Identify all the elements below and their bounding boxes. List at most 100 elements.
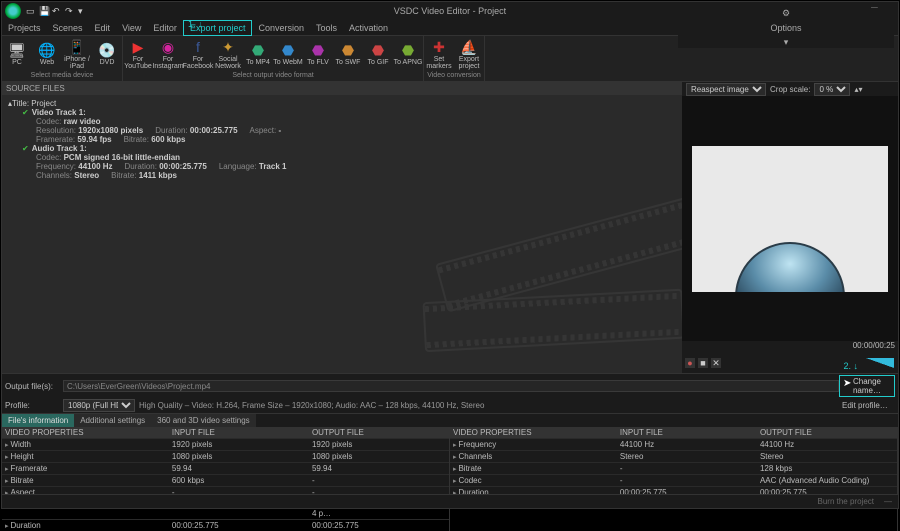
options-link[interactable]: Options — [770, 23, 801, 33]
audio-properties-table: VIDEO PROPERTIESINPUT FILEOUTPUT FILEFre… — [450, 427, 898, 531]
menu-bar: 1. ↓ ProjectsScenesEditViewEditorExport … — [2, 20, 898, 36]
ribbon-iphone-ipad[interactable]: 📱iPhone / iPad — [62, 36, 92, 71]
volume-slider[interactable] — [866, 358, 894, 368]
ribbon-to-swf[interactable]: ⬣To SWF — [333, 36, 363, 71]
burn-project-button[interactable]: Burn the project — [818, 497, 874, 506]
to-flv-icon: ⬣ — [309, 41, 327, 59]
check-icon: ✔ — [22, 108, 29, 117]
options-drop-icon[interactable]: ▾ — [784, 37, 789, 48]
table-row[interactable]: Frequency44100 Hz44100 Hz — [450, 438, 897, 450]
tab-conversion[interactable]: Conversion — [252, 20, 310, 36]
crop-scale-select[interactable]: 0 % — [814, 83, 850, 96]
stop-button[interactable]: ■ — [698, 358, 708, 368]
source-files-header: SOURCE FILES — [2, 82, 682, 95]
reaspect-select[interactable]: Reaspect image — [686, 83, 766, 96]
annotation-1: 1. ↓ — [188, 19, 203, 29]
ptab-file-s-information[interactable]: File's information — [2, 414, 74, 427]
table-row[interactable]: Width1920 pixels1920 pixels — [2, 438, 449, 450]
web-icon: 🌐 — [38, 41, 56, 59]
ribbon-for-youtube[interactable]: ▶For YouTube — [123, 36, 153, 71]
ribbon-to-webm[interactable]: ⬣To WebM — [273, 36, 303, 71]
qat-undo-icon[interactable]: ↶ — [52, 6, 62, 17]
cursor-icon: ➤ — [843, 378, 851, 389]
video-preview[interactable] — [682, 96, 898, 341]
for-youtube-icon: ▶ — [129, 38, 147, 56]
status-bar: Burn the project — — [2, 494, 898, 508]
tab-projects[interactable]: Projects — [2, 20, 47, 36]
ribbon-to-apng[interactable]: ⬣To APNG — [393, 36, 423, 71]
zoom-slider[interactable]: — — [884, 497, 892, 506]
qat-redo-icon[interactable]: ↷ — [65, 6, 75, 17]
pc-icon: 🖥 — [8, 41, 26, 59]
crop-scale-label: Crop scale: — [770, 85, 810, 94]
table-row[interactable]: Duration00:00:25.77500:00:25.775 — [2, 519, 449, 531]
ptab-360-and-3d-video-settings[interactable]: 360 and 3D video settings — [151, 414, 256, 427]
tab-edit[interactable]: Edit — [89, 20, 117, 36]
iphone-ipad-icon: 📱 — [68, 38, 86, 56]
settings-gear-icon[interactable]: ⚙ — [782, 8, 790, 19]
ribbon-for-instagram[interactable]: ◉For Instagram — [153, 36, 183, 71]
output-file-label: Output file(s): — [5, 382, 63, 391]
ribbon-dvd[interactable]: 💿DVD — [92, 36, 122, 71]
tree-title: Title: Project — [12, 99, 56, 108]
edit-profile-button[interactable]: Edit profile… — [839, 400, 895, 411]
ribbon-to-flv[interactable]: ⬣To FLV — [303, 36, 333, 71]
ribbon-for-facebook[interactable]: fFor Facebook — [183, 36, 213, 71]
to-mp4-icon: ⬣ — [249, 41, 267, 59]
ribbon-pc[interactable]: 🖥PC — [2, 36, 32, 71]
ribbon-export-project[interactable]: ⛵Export project — [454, 36, 484, 71]
table-row[interactable]: Framerate59.9459.94 — [2, 462, 449, 474]
to-webm-icon: ⬣ — [279, 41, 297, 59]
preview-panel: Reaspect image Crop scale: 0 % ▴▾ 00:00/… — [682, 82, 898, 373]
property-tabs: File's informationAdditional settings360… — [2, 413, 898, 427]
annotation-2: 2. ↓ — [843, 361, 858, 371]
tab-tools[interactable]: Tools — [310, 20, 343, 36]
ribbon-devices-caption: Select media device — [2, 71, 122, 81]
profile-select[interactable]: 1080p (Full HD) — [63, 399, 135, 412]
table-row[interactable]: Bitrate-128 kbps — [450, 462, 897, 474]
table-row[interactable]: ChannelsStereoStereo — [450, 450, 897, 462]
table-row[interactable]: Bitrate600 kbps- — [2, 474, 449, 486]
set-markers-icon: ✚ — [430, 38, 448, 56]
video-properties-table: VIDEO PROPERTIESINPUT FILEOUTPUT FILEWid… — [2, 427, 450, 531]
tab-view[interactable]: View — [116, 20, 147, 36]
ribbon-to-mp4[interactable]: ⬣To MP4 — [243, 36, 273, 71]
output-file-field[interactable]: C:\Users\EverGreen\Videos\Project.mp4 — [63, 380, 839, 392]
ribbon-web[interactable]: 🌐Web — [32, 36, 62, 71]
ribbon-set-markers[interactable]: ✚Set markers — [424, 36, 454, 71]
dvd-icon: 💿 — [98, 41, 116, 59]
app-logo — [5, 3, 21, 19]
tree-video-track: Video Track 1: — [32, 108, 86, 117]
tree-audio-track: Audio Track 1: — [32, 144, 87, 153]
window-title: VSDC Video Editor - Project — [394, 6, 506, 16]
tab-activation[interactable]: Activation — [343, 20, 394, 36]
qat-drop-icon[interactable]: ▾ — [78, 6, 88, 17]
for-facebook-icon: f — [189, 38, 207, 56]
change-name-button[interactable]: ➤Change name… — [839, 375, 895, 397]
table-row[interactable]: Height1080 pixels1080 pixels — [2, 450, 449, 462]
quick-access-toolbar[interactable]: ▭ 💾 ↶ ↷ ▾ — [26, 6, 88, 17]
table-row[interactable]: Codec-AAC (Advanced Audio Coding) — [450, 474, 897, 486]
tab-editor[interactable]: Editor — [147, 20, 183, 36]
ptab-additional-settings[interactable]: Additional settings — [74, 414, 151, 427]
record-button[interactable]: ● — [685, 358, 695, 368]
crop-stepper-icon[interactable]: ▴▾ — [854, 85, 862, 94]
ribbon-conversion-caption: Video conversion — [424, 71, 484, 81]
to-apng-icon: ⬣ — [399, 41, 417, 59]
source-files-panel: SOURCE FILES ▴ Title: Project ✔Video Tra… — [2, 82, 682, 373]
preview-time: 00:00/00:25 — [682, 341, 898, 353]
ribbon-social-network[interactable]: ✦Social Network — [213, 36, 243, 71]
social-network-icon: ✦ — [219, 38, 237, 56]
ribbon-formats-caption: Select output video format — [123, 71, 423, 81]
export-project-icon: ⛵ — [460, 38, 478, 56]
source-tree[interactable]: ▴ Title: Project ✔Video Track 1: Codec: … — [2, 95, 682, 184]
film-strip-decoration — [435, 207, 682, 373]
close-preview-button[interactable]: ✕ — [711, 358, 721, 368]
preview-controls: ● ■ ✕ 2. ↓ — [682, 353, 898, 373]
profile-label: Profile: — [5, 401, 63, 410]
qat-new-icon[interactable]: ▭ — [26, 6, 36, 17]
to-gif-icon: ⬣ — [369, 41, 387, 59]
qat-save-icon[interactable]: 💾 — [39, 6, 49, 17]
ribbon-to-gif[interactable]: ⬣To GIF — [363, 36, 393, 71]
tab-scenes[interactable]: Scenes — [47, 20, 89, 36]
